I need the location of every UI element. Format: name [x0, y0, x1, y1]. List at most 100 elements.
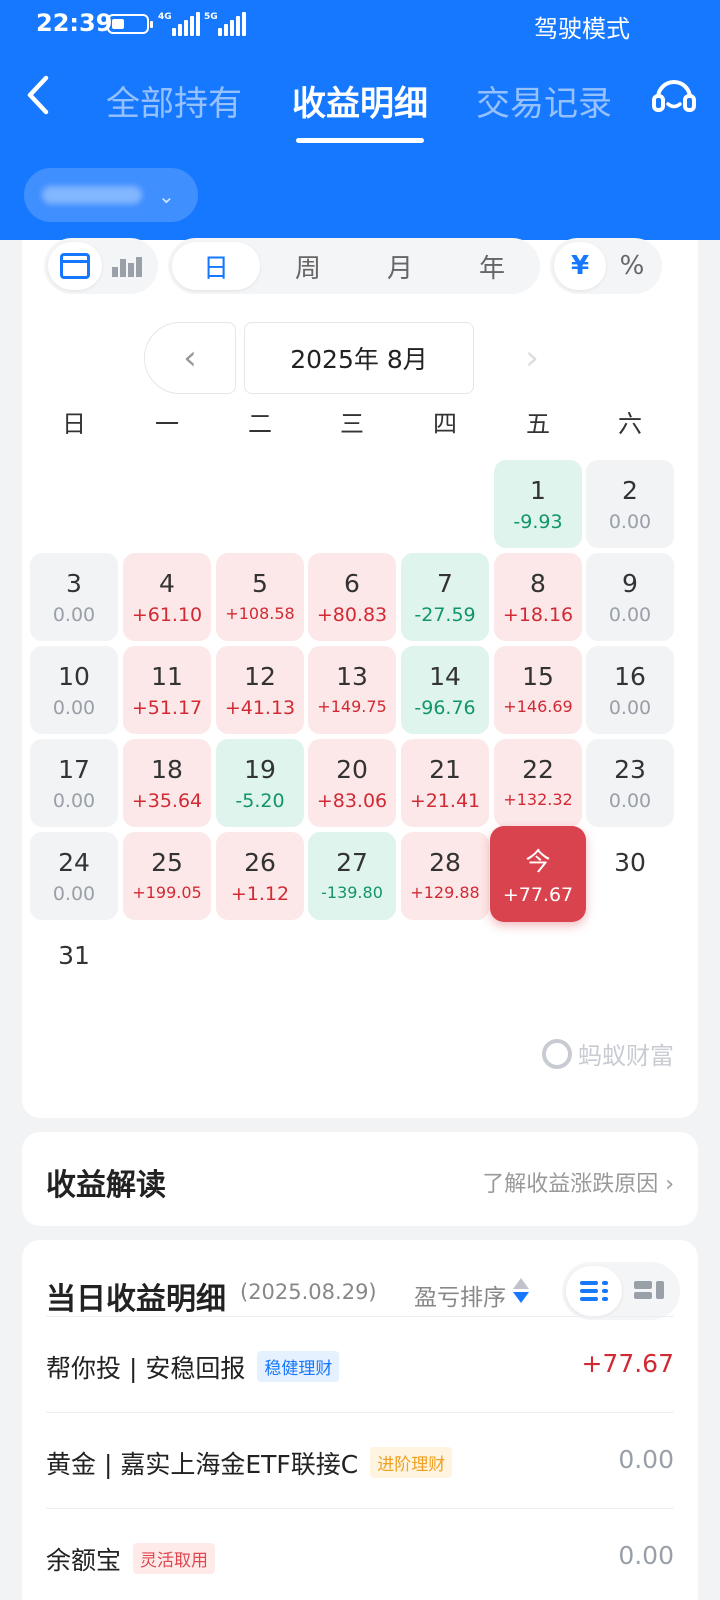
calendar-day[interactable]: 19 -5.20 [216, 739, 304, 827]
card-view-button[interactable] [620, 1266, 676, 1316]
prev-month-button[interactable]: ‹ [144, 322, 236, 394]
calendar-day[interactable]: 28 +129.88 [401, 832, 489, 920]
day-number: 23 [614, 755, 646, 784]
day-number: 31 [58, 941, 90, 970]
calendar-day[interactable]: 21 +21.41 [401, 739, 489, 827]
calendar-day[interactable]: 22 +132.32 [494, 739, 582, 827]
calendar-day[interactable]: 27 -139.80 [308, 832, 396, 920]
holding-name: 余额宝 [46, 1546, 122, 1575]
calendar-day[interactable]: 16 0.00 [586, 646, 674, 734]
card-view-icon [634, 1281, 664, 1301]
list-view-button[interactable] [566, 1266, 622, 1316]
calendar-day[interactable]: 24 0.00 [30, 832, 118, 920]
day-earnings: +129.88 [410, 883, 480, 902]
calendar-day[interactable]: 14 -96.76 [401, 646, 489, 734]
calendar-day-today[interactable]: 今 +77.67 [490, 826, 586, 922]
day-earnings: +80.83 [316, 604, 388, 626]
calendar-day[interactable]: 11 +51.17 [123, 646, 211, 734]
tab-day[interactable]: 日 [172, 242, 260, 290]
view-mode-toggle [44, 238, 158, 294]
weekday-thu: 四 [433, 410, 457, 438]
calendar-day[interactable]: 17 0.00 [30, 739, 118, 827]
calendar-day[interactable]: 8 +18.16 [494, 553, 582, 641]
holding-row[interactable]: 黄金 | 嘉实上海金ETF联接C 进阶理财 0.00 [46, 1412, 674, 1508]
calendar-day[interactable]: 30 [586, 832, 674, 920]
tab-month[interactable]: 月 [356, 242, 444, 290]
next-month-button[interactable]: › [502, 322, 562, 394]
calendar-day[interactable]: 7 -27.59 [401, 553, 489, 641]
holding-earnings: 0.00 [618, 1541, 674, 1570]
day-earnings: -139.80 [321, 883, 383, 902]
tab-earnings-detail[interactable]: 收益明细 [292, 76, 428, 125]
chart-view-button[interactable] [100, 242, 154, 290]
day-earnings: +61.10 [131, 604, 203, 626]
holding-name-wrap: 黄金 | 嘉实上海金ETF联接C 进阶理财 [46, 1445, 453, 1481]
earnings-calendar-card: 日 周 月 年 ¥ % ‹ 2025年 8月 › 日 一 二 三 四 五 六 1… [22, 238, 698, 1118]
tab-week[interactable]: 周 [264, 242, 352, 290]
calendar-day[interactable]: 5 +108.58 [216, 553, 304, 641]
weekday-sun: 日 [62, 410, 86, 438]
day-earnings: 0.00 [52, 697, 96, 719]
month-label[interactable]: 2025年 8月 [244, 322, 474, 394]
day-number: 7 [437, 569, 453, 598]
interpretation-link[interactable]: 了解收益涨跌原因 › [482, 1166, 674, 1198]
header-area: 22:39 4G 5G 驾驶模式 全部持有 收益明细 交易记录 ⌄ [0, 0, 720, 240]
calendar-day[interactable]: 6 +80.83 [308, 553, 396, 641]
day-earnings: 0.00 [608, 511, 652, 533]
calendar-day[interactable]: 25 +199.05 [123, 832, 211, 920]
calendar-view-button[interactable] [48, 242, 102, 290]
day-number: 9 [622, 569, 638, 598]
holding-row[interactable]: 余额宝 灵活取用 0.00 [46, 1508, 674, 1600]
account-name-blurred [42, 186, 142, 204]
calendar-day[interactable]: 26 +1.12 [216, 832, 304, 920]
day-number: 26 [244, 848, 276, 877]
day-earnings: +108.58 [225, 604, 295, 623]
driving-mode-label: 驾驶模式 [534, 15, 630, 43]
earnings-interpretation-card[interactable]: 收益解读 了解收益涨跌原因 › [22, 1132, 698, 1226]
unit-amount-button[interactable]: ¥ [554, 242, 606, 290]
sort-arrows-icon[interactable] [512, 1278, 530, 1308]
day-number: 12 [244, 662, 276, 691]
day-number: 27 [336, 848, 368, 877]
calendar-day[interactable]: 12 +41.13 [216, 646, 304, 734]
status-bar: 22:39 4G 5G 驾驶模式 [0, 0, 720, 48]
calendar-day[interactable]: 23 0.00 [586, 739, 674, 827]
day-number: 14 [429, 662, 461, 691]
calendar-day[interactable]: 2 0.00 [586, 460, 674, 548]
day-number: 13 [336, 662, 368, 691]
calendar-day[interactable]: 10 0.00 [30, 646, 118, 734]
calendar-icon [60, 253, 90, 279]
day-earnings: 0.00 [608, 697, 652, 719]
tab-all-holdings[interactable]: 全部持有 [106, 76, 242, 125]
holding-row[interactable]: 帮你投 | 安稳回报 稳健理财 +77.67 [46, 1316, 674, 1412]
day-earnings: 0.00 [608, 790, 652, 812]
unit-toggle: ¥ % [550, 238, 662, 294]
day-earnings: +77.67 [502, 884, 574, 906]
customer-service-button[interactable] [650, 72, 698, 120]
day-number: 21 [429, 755, 461, 784]
calendar-day[interactable]: 9 0.00 [586, 553, 674, 641]
day-earnings: +83.06 [316, 790, 388, 812]
back-button[interactable] [20, 70, 60, 120]
status-time: 22:39 [36, 9, 113, 37]
calendar-day[interactable]: 4 +61.10 [123, 553, 211, 641]
day-earnings: +51.17 [131, 697, 203, 719]
calendar-day[interactable]: 1 -9.93 [494, 460, 582, 548]
tab-transaction-records[interactable]: 交易记录 [476, 76, 612, 125]
day-number: 28 [429, 848, 461, 877]
calendar-day[interactable]: 13 +149.75 [308, 646, 396, 734]
calendar-day[interactable]: 18 +35.64 [123, 739, 211, 827]
battery-icon [107, 14, 153, 34]
signal-icon [172, 12, 200, 36]
weekday-wed: 三 [340, 410, 364, 438]
calendar-day[interactable]: 20 +83.06 [308, 739, 396, 827]
account-selector[interactable]: ⌄ [24, 168, 198, 222]
calendar-day[interactable]: 3 0.00 [30, 553, 118, 641]
tab-year[interactable]: 年 [448, 242, 536, 290]
calendar-day[interactable]: 31 [30, 925, 118, 1013]
calendar-day[interactable]: 15 +146.69 [494, 646, 582, 734]
holding-tag: 稳健理财 [257, 1351, 340, 1382]
sort-by-pnl-button[interactable]: 盈亏排序 [414, 1278, 506, 1312]
headset-icon [652, 80, 696, 112]
unit-percent-button[interactable]: % [606, 242, 658, 290]
